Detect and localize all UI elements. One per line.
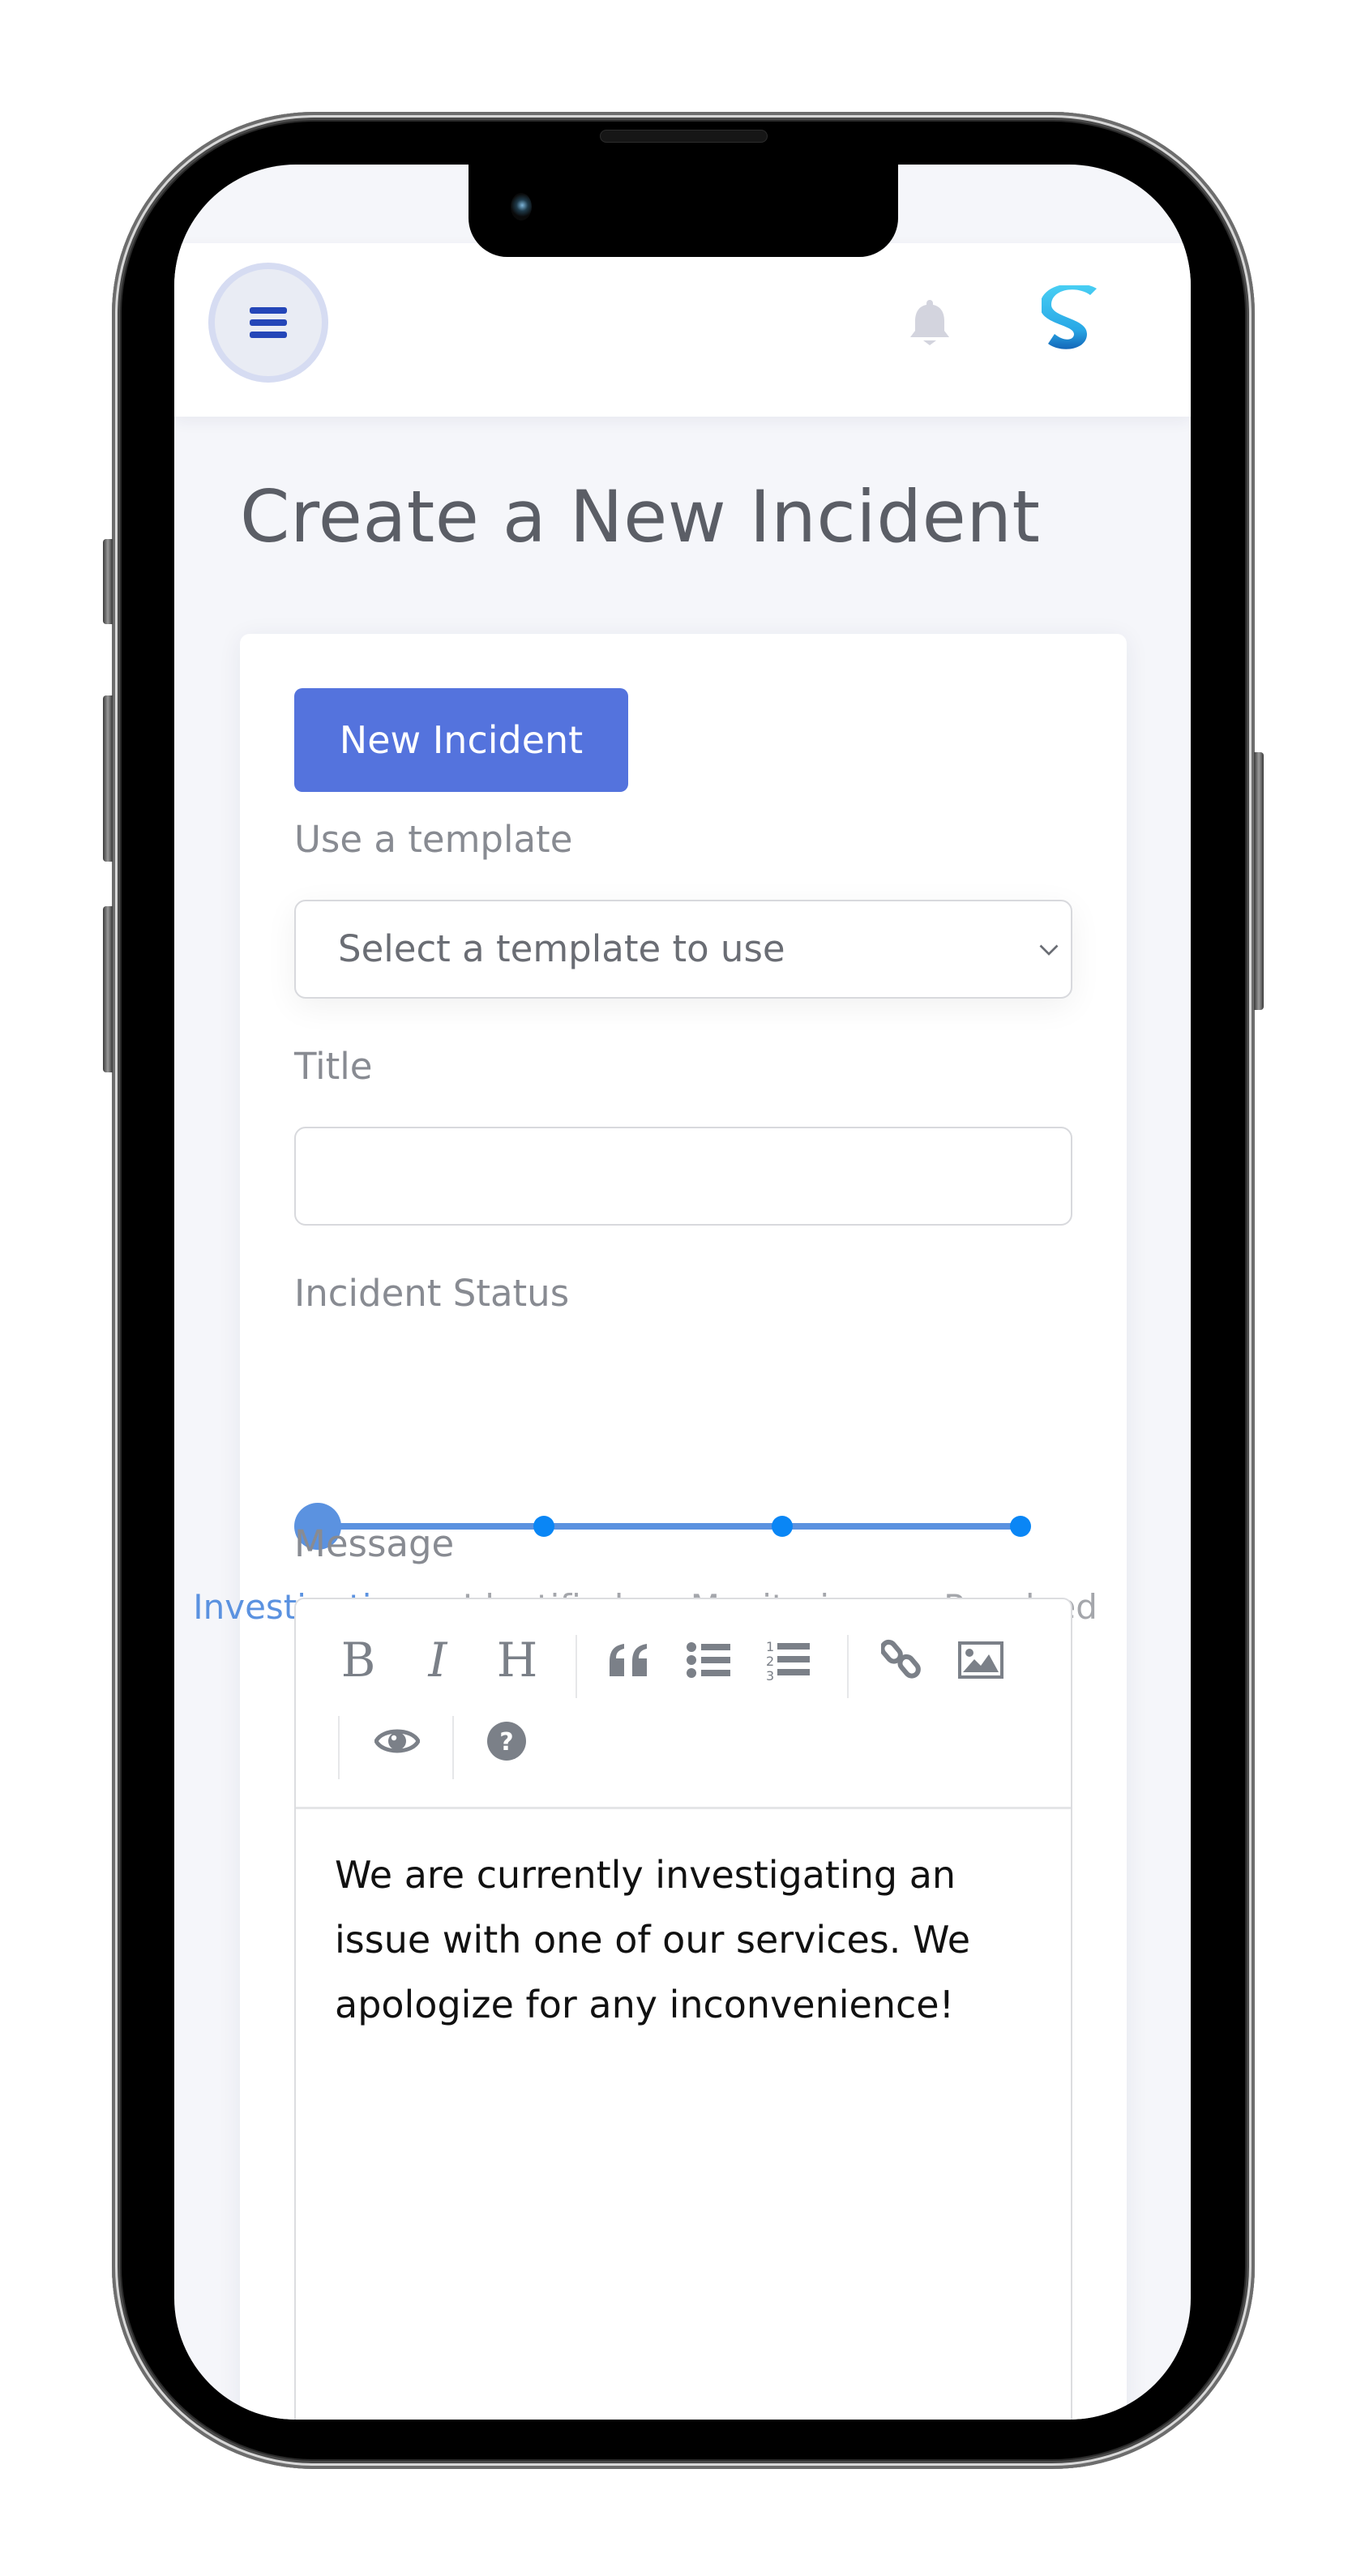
svg-text:2: 2 [766, 1654, 774, 1669]
preview-eye-icon[interactable] [369, 1713, 426, 1769]
slider-step-dot[interactable] [772, 1516, 793, 1537]
image-icon[interactable] [952, 1632, 1009, 1688]
menu-button[interactable] [208, 263, 328, 383]
toolbar-separator [576, 1635, 577, 1698]
page-title: Create a New Incident [240, 475, 1041, 558]
toolbar-separator [338, 1716, 340, 1779]
bold-icon[interactable]: B [330, 1632, 387, 1688]
bell-icon[interactable] [907, 298, 952, 347]
help-icon[interactable]: ? [478, 1713, 535, 1769]
status-label: Incident Status [294, 1272, 570, 1315]
toolbar-separator [847, 1635, 849, 1698]
phone-volume-down-button [103, 906, 113, 1072]
app-header [174, 243, 1191, 417]
italic-icon[interactable]: I [409, 1632, 466, 1688]
toolbar-separator [452, 1716, 454, 1779]
new-incident-button[interactable]: New Incident [294, 688, 628, 792]
svg-text:3: 3 [766, 1668, 774, 1682]
message-label: Message [294, 1522, 455, 1565]
phone-notch [469, 158, 898, 257]
message-textarea[interactable]: We are currently investigating an issue … [335, 1842, 1032, 2037]
hamburger-menu-icon [250, 307, 287, 338]
phone-screen: Create a New Incident New Incident Use a… [174, 165, 1191, 2420]
heading-icon[interactable]: H [489, 1632, 546, 1688]
title-label: Title [294, 1045, 373, 1088]
message-editor: B I H 123 ? We are currently investigati… [294, 1598, 1072, 2420]
template-select[interactable]: Select a template to use [294, 900, 1072, 999]
svg-text:?: ? [499, 1728, 513, 1757]
quote-icon[interactable] [601, 1632, 657, 1688]
editor-toolbar: B I H 123 ? [296, 1599, 1071, 1809]
svg-text:1: 1 [766, 1639, 774, 1654]
template-label: Use a template [294, 818, 573, 861]
link-icon[interactable] [873, 1632, 930, 1688]
phone-silent-switch [103, 539, 113, 624]
unordered-list-icon[interactable] [680, 1632, 737, 1688]
phone-speaker [600, 130, 768, 143]
title-input[interactable] [294, 1127, 1072, 1226]
chevron-down-icon [1039, 944, 1059, 956]
slider-step-dot[interactable] [533, 1516, 554, 1537]
ordered-list-icon[interactable]: 123 [760, 1632, 816, 1688]
s-logo-icon [1042, 285, 1097, 349]
template-select-value: Select a template to use [338, 927, 785, 970]
slider-step-dot[interactable] [1010, 1516, 1031, 1537]
phone-power-button [1254, 752, 1264, 1010]
front-camera-icon [511, 193, 532, 220]
phone-volume-up-button [103, 695, 113, 862]
